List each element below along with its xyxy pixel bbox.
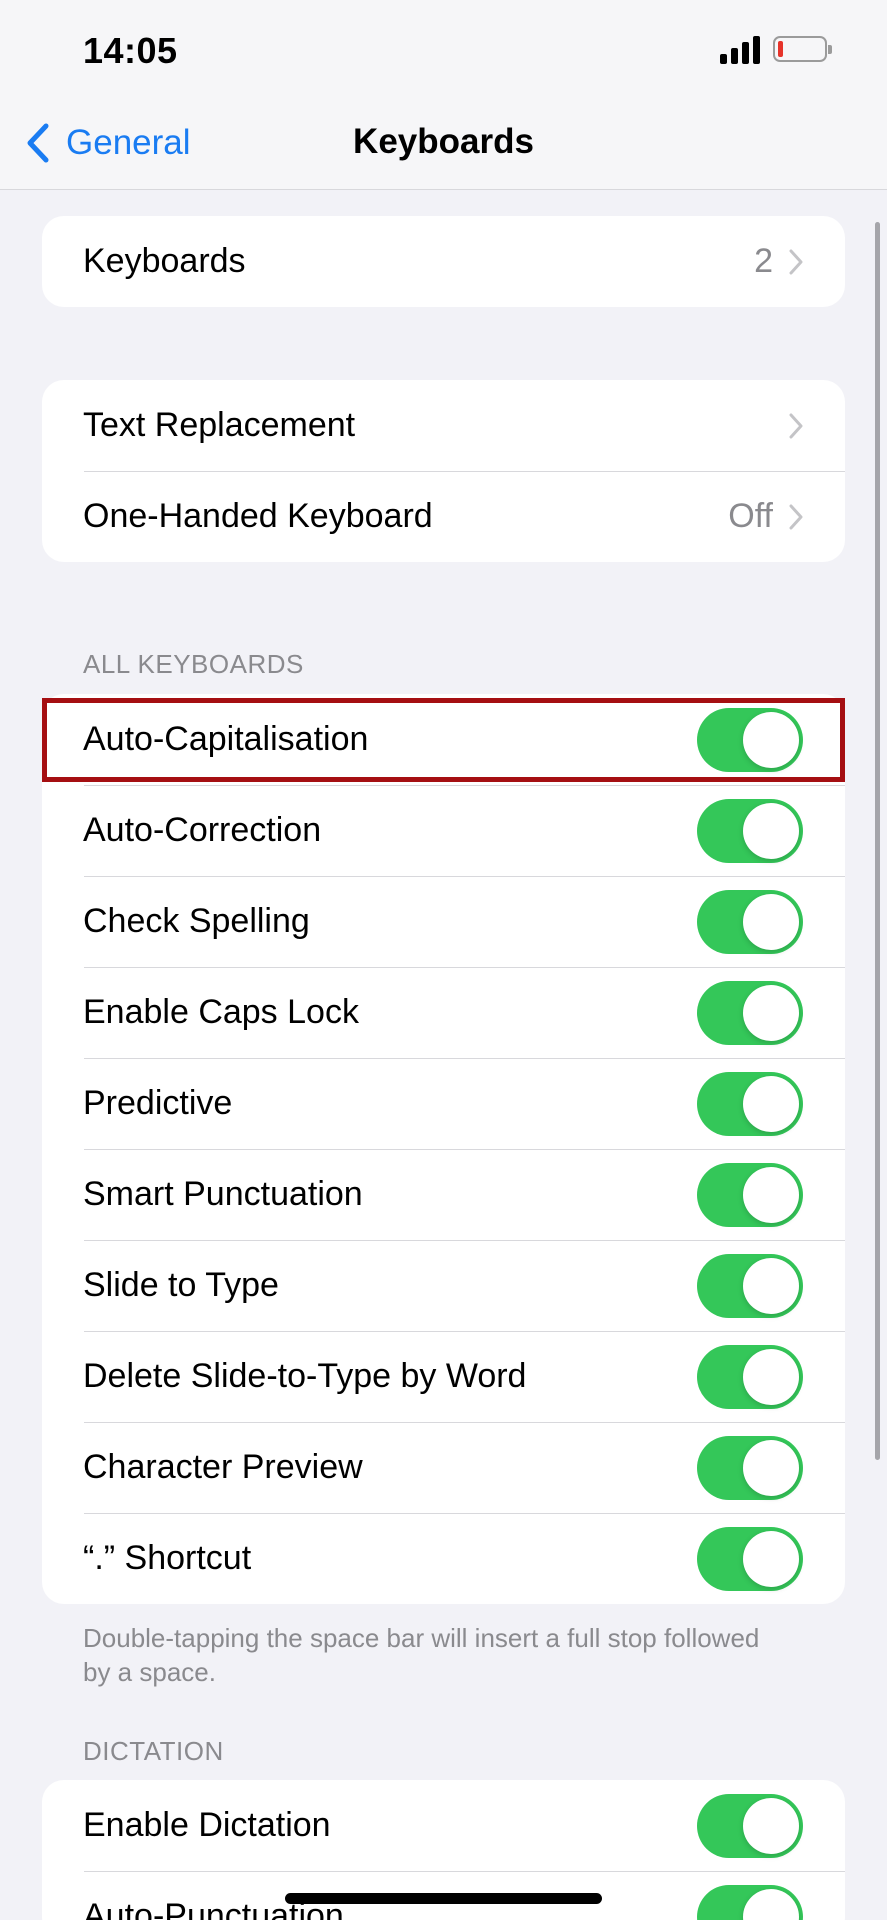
row-label: Slide to Type: [83, 1266, 279, 1304]
auto-capitalisation-toggle[interactable]: [697, 708, 803, 772]
text-replacement-row[interactable]: Text Replacement: [42, 380, 845, 471]
auto-correction-toggle[interactable]: [697, 799, 803, 863]
enable-dictation-row: Enable Dictation: [42, 1780, 845, 1871]
row-label: “.” Shortcut: [83, 1539, 252, 1577]
text-options-group: Text Replacement One-Handed Keyboard Off: [42, 380, 845, 562]
delete-slide-to-type-by-word-row: Delete Slide-to-Type by Word: [42, 1331, 845, 1422]
home-indicator[interactable]: [285, 1893, 602, 1904]
row-label: Keyboards: [83, 242, 246, 280]
row-label: Auto-Correction: [83, 811, 322, 849]
auto-capitalisation-row: Auto-Capitalisation: [42, 694, 845, 785]
auto-punctuation-toggle[interactable]: [697, 1885, 803, 1920]
keyboards-group: Keyboards 2: [42, 216, 845, 307]
smart-punctuation-toggle[interactable]: [697, 1163, 803, 1227]
row-value: 2: [754, 242, 773, 280]
slide-to-type-toggle[interactable]: [697, 1254, 803, 1318]
check-spelling-toggle[interactable]: [697, 890, 803, 954]
row-label: One-Handed Keyboard: [83, 497, 433, 535]
battery-icon: [773, 36, 832, 62]
character-preview-toggle[interactable]: [697, 1436, 803, 1500]
section-header-dictation: DICTATION: [83, 1736, 224, 1766]
row-label: Auto-Capitalisation: [83, 720, 369, 758]
keyboards-row[interactable]: Keyboards 2: [42, 216, 845, 307]
full-stop-shortcut-toggle[interactable]: [697, 1527, 803, 1591]
character-preview-row: Character Preview: [42, 1422, 845, 1513]
enable-caps-lock-toggle[interactable]: [697, 981, 803, 1045]
row-value: Off: [728, 497, 773, 535]
row-label: Text Replacement: [83, 406, 356, 444]
row-label: Enable Dictation: [83, 1806, 331, 1844]
scrollbar[interactable]: [875, 222, 880, 1460]
slide-to-type-row: Slide to Type: [42, 1240, 845, 1331]
row-label: Predictive: [83, 1084, 233, 1122]
row-label: Character Preview: [83, 1448, 363, 1486]
cellular-signal-icon: [720, 34, 762, 64]
navigation-bar: General Keyboards: [0, 96, 887, 190]
row-label: Enable Caps Lock: [83, 993, 359, 1031]
chevron-right-icon: [789, 413, 803, 438]
delete-slide-to-type-by-word-toggle[interactable]: [697, 1345, 803, 1409]
smart-punctuation-row: Smart Punctuation: [42, 1149, 845, 1240]
chevron-right-icon: [789, 504, 803, 529]
status-bar: 14:05: [0, 0, 887, 96]
page-title: Keyboards: [353, 122, 534, 161]
one-handed-keyboard-row[interactable]: One-Handed Keyboard Off: [42, 471, 845, 562]
predictive-row: Predictive: [42, 1058, 845, 1149]
row-label: Smart Punctuation: [83, 1175, 363, 1213]
row-label: Check Spelling: [83, 902, 310, 940]
row-label: Delete Slide-to-Type by Word: [83, 1357, 527, 1395]
enable-caps-lock-row: Enable Caps Lock: [42, 967, 845, 1058]
full-stop-shortcut-row: “.” Shortcut: [42, 1513, 845, 1604]
status-time: 14:05: [83, 30, 178, 71]
chevron-right-icon: [789, 249, 803, 274]
check-spelling-row: Check Spelling: [42, 876, 845, 967]
all-keyboards-group: Auto-Capitalisation Auto-Correction Chec…: [42, 694, 845, 1604]
shortcut-footer-note: Double-tapping the space bar will insert…: [83, 1623, 760, 1687]
enable-dictation-toggle[interactable]: [697, 1794, 803, 1858]
section-header-all-keyboards: ALL KEYBOARDS: [83, 649, 304, 679]
predictive-toggle[interactable]: [697, 1072, 803, 1136]
auto-correction-row: Auto-Correction: [42, 785, 845, 876]
